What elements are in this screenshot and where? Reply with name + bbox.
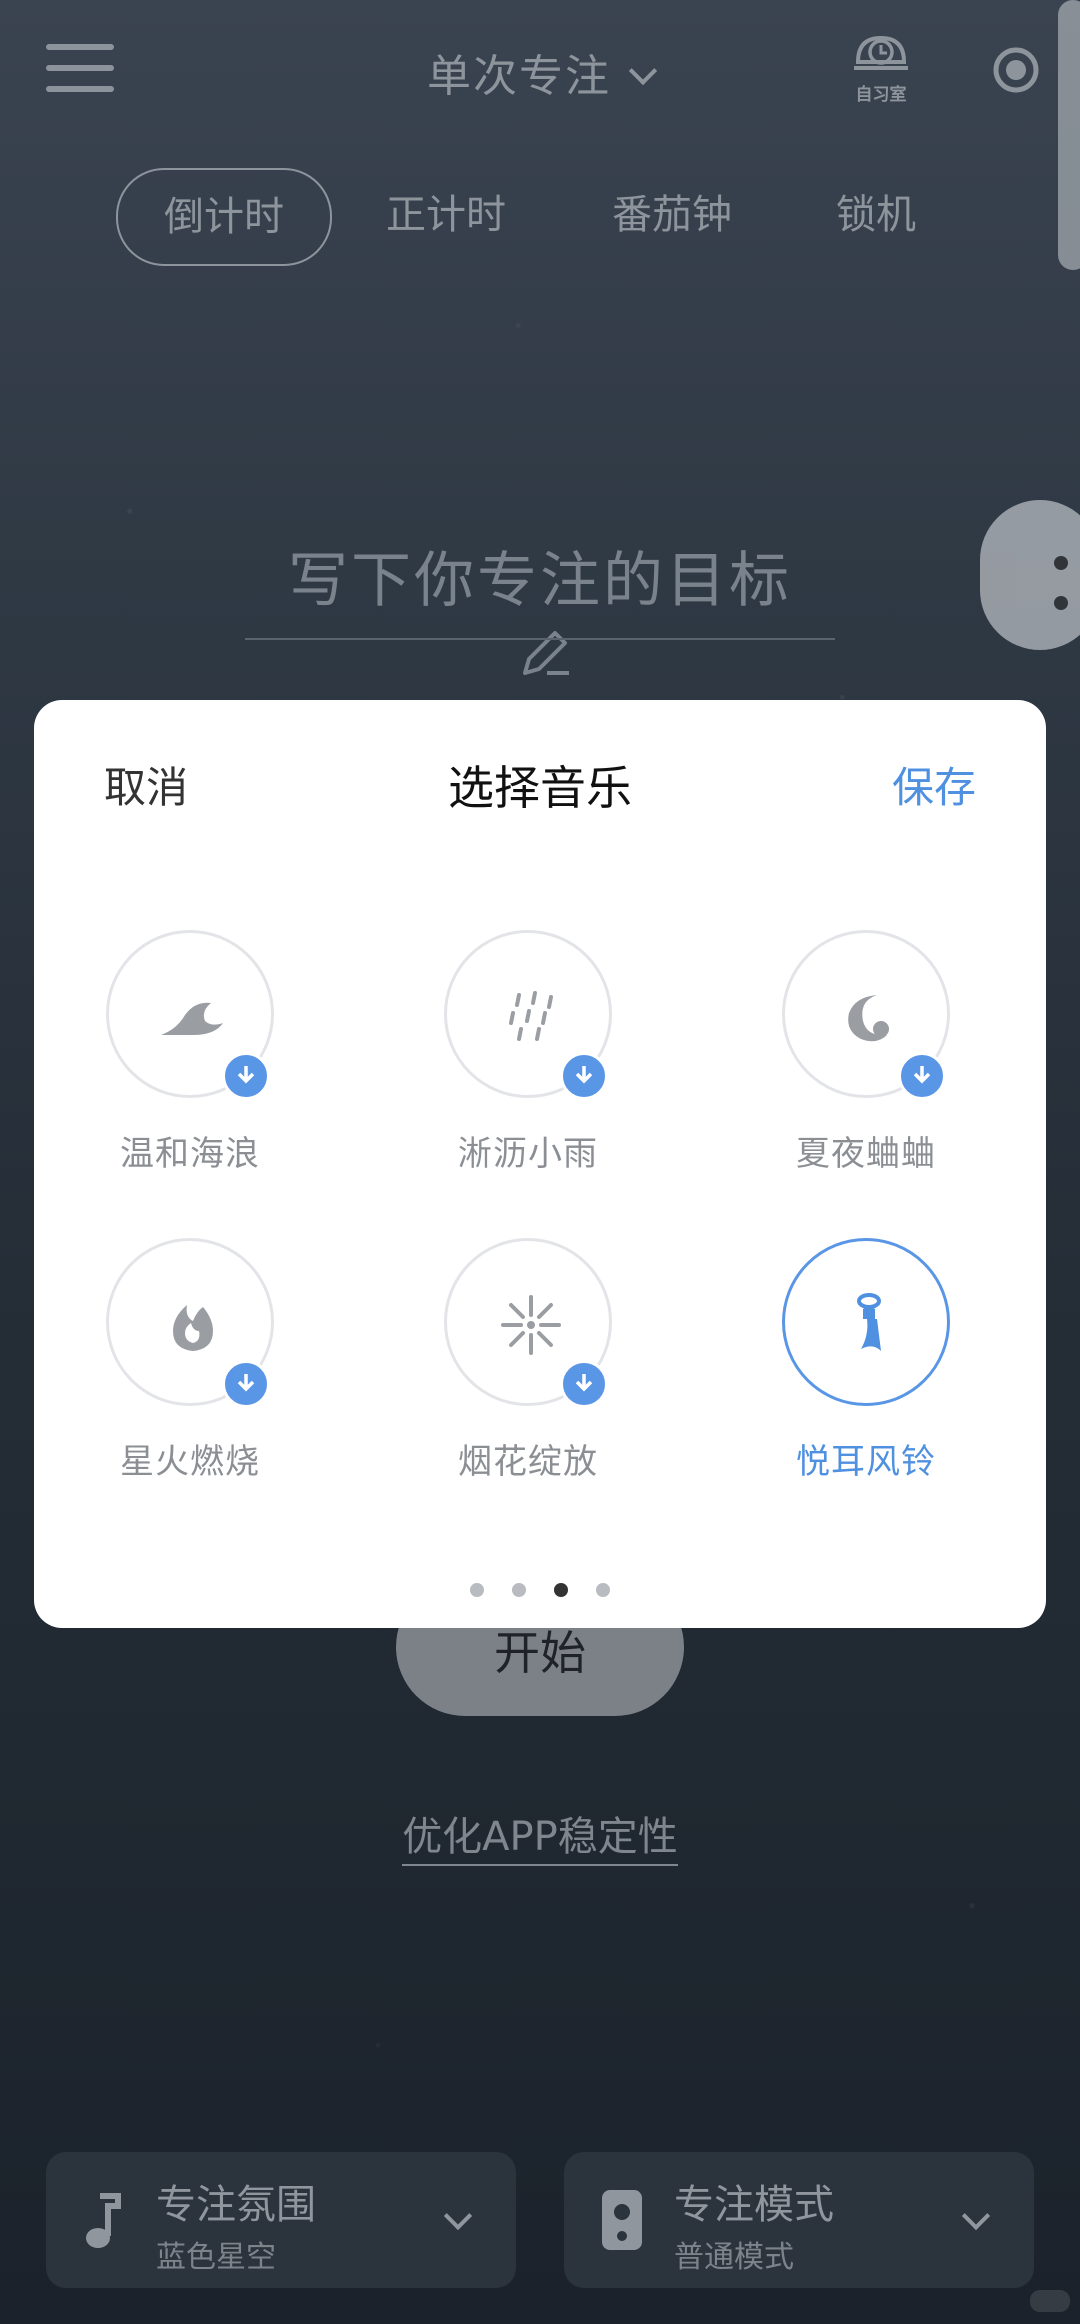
select-music-dialog: 取消 选择音乐 保存 温和海浪 淅沥小雨 夏夜蛐蛐 星火燃烧 烟花绽放 悦耳风铃 — [34, 700, 1046, 1628]
download-badge[interactable] — [222, 1052, 270, 1100]
music-item-burning-embers[interactable]: 星火燃烧 — [92, 1238, 292, 1488]
music-item-gentle-waves[interactable]: 温和海浪 — [92, 930, 292, 1180]
music-item-light-rain[interactable]: 淅沥小雨 — [430, 930, 630, 1180]
watermark — [1030, 2290, 1070, 2312]
save-button[interactable]: 保存 — [892, 754, 976, 815]
wave-icon — [161, 1002, 223, 1035]
tab-count-up[interactable]: 正计时 — [366, 168, 526, 262]
music-item-circle-selected[interactable] — [782, 1238, 950, 1406]
study-room-button[interactable]: 自习室 — [838, 32, 924, 105]
flame-icon — [173, 1305, 213, 1351]
optimize-stability-link[interactable]: 优化APP稳定性 — [0, 1804, 1080, 1866]
music-item-label: 温和海浪 — [120, 1134, 260, 1174]
download-icon — [237, 1374, 255, 1392]
chevron-down-icon — [961, 2201, 991, 2231]
download-badge[interactable] — [222, 1360, 270, 1408]
download-icon — [575, 1374, 593, 1392]
pencil-icon[interactable] — [517, 625, 573, 681]
tab-countdown[interactable]: 倒计时 — [116, 168, 332, 266]
download-badge[interactable] — [560, 1052, 608, 1100]
wind-chime-icon — [857, 1293, 881, 1351]
mascot-eye — [1054, 556, 1068, 570]
goal-placeholder: 写下你专注的目标 — [288, 546, 792, 616]
page-dot-active[interactable] — [554, 1583, 568, 1597]
tab-pomodoro[interactable]: 番茄钟 — [592, 168, 752, 262]
atmosphere-title: 专注氛围 — [156, 2182, 316, 2228]
goal-underline — [245, 638, 835, 640]
music-item-summer-crickets[interactable]: 夏夜蛐蛐 — [768, 930, 968, 1180]
download-icon — [913, 1066, 931, 1084]
music-item-label: 淅沥小雨 — [458, 1134, 598, 1174]
page-dot[interactable] — [470, 1583, 484, 1597]
music-item-label: 星火燃烧 — [120, 1442, 260, 1482]
music-note-icon — [86, 2193, 121, 2248]
study-room-label: 自习室 — [855, 85, 907, 105]
focus-type-title[interactable]: 单次专注 — [427, 40, 611, 104]
clock-icon — [854, 35, 908, 70]
music-item-label-selected: 悦耳风铃 — [796, 1442, 936, 1482]
mode-value: 普通模式 — [674, 2240, 794, 2275]
mascot-sticker[interactable] — [980, 500, 1080, 650]
firework-icon — [501, 1295, 561, 1355]
music-item-label: 烟花绽放 — [458, 1442, 598, 1482]
focus-mode-selector[interactable]: 专注模式 普通模式 — [564, 2152, 1034, 2288]
mascot-eye — [1054, 596, 1068, 610]
pagination-dots — [34, 1582, 1046, 1601]
download-badge[interactable] — [898, 1052, 946, 1100]
music-item-fireworks[interactable]: 烟花绽放 — [430, 1238, 630, 1488]
atmosphere-value: 蓝色星空 — [156, 2240, 276, 2275]
focus-atmosphere-selector[interactable]: 专注氛围 蓝色星空 — [46, 2152, 516, 2288]
tab-lock-phone[interactable]: 锁机 — [820, 168, 932, 262]
target-settings-icon[interactable] — [992, 46, 1040, 94]
download-badge[interactable] — [560, 1360, 608, 1408]
page-dot[interactable] — [512, 1583, 526, 1597]
goal-input[interactable]: 写下你专注的目标 — [245, 532, 835, 690]
moon-night-icon — [848, 995, 889, 1042]
phone-mode-icon — [602, 2190, 642, 2250]
mode-title: 专注模式 — [674, 2182, 834, 2228]
chevron-down-icon[interactable] — [628, 56, 658, 86]
music-item-label: 夏夜蛐蛐 — [796, 1134, 936, 1174]
page-dot[interactable] — [596, 1583, 610, 1597]
chevron-down-icon — [443, 2201, 473, 2231]
music-item-wind-chime[interactable]: 悦耳风铃 — [768, 1238, 968, 1488]
side-drawer-handle[interactable] — [1058, 0, 1080, 270]
download-icon — [575, 1066, 593, 1084]
rain-icon — [509, 991, 553, 1041]
download-icon — [237, 1066, 255, 1084]
